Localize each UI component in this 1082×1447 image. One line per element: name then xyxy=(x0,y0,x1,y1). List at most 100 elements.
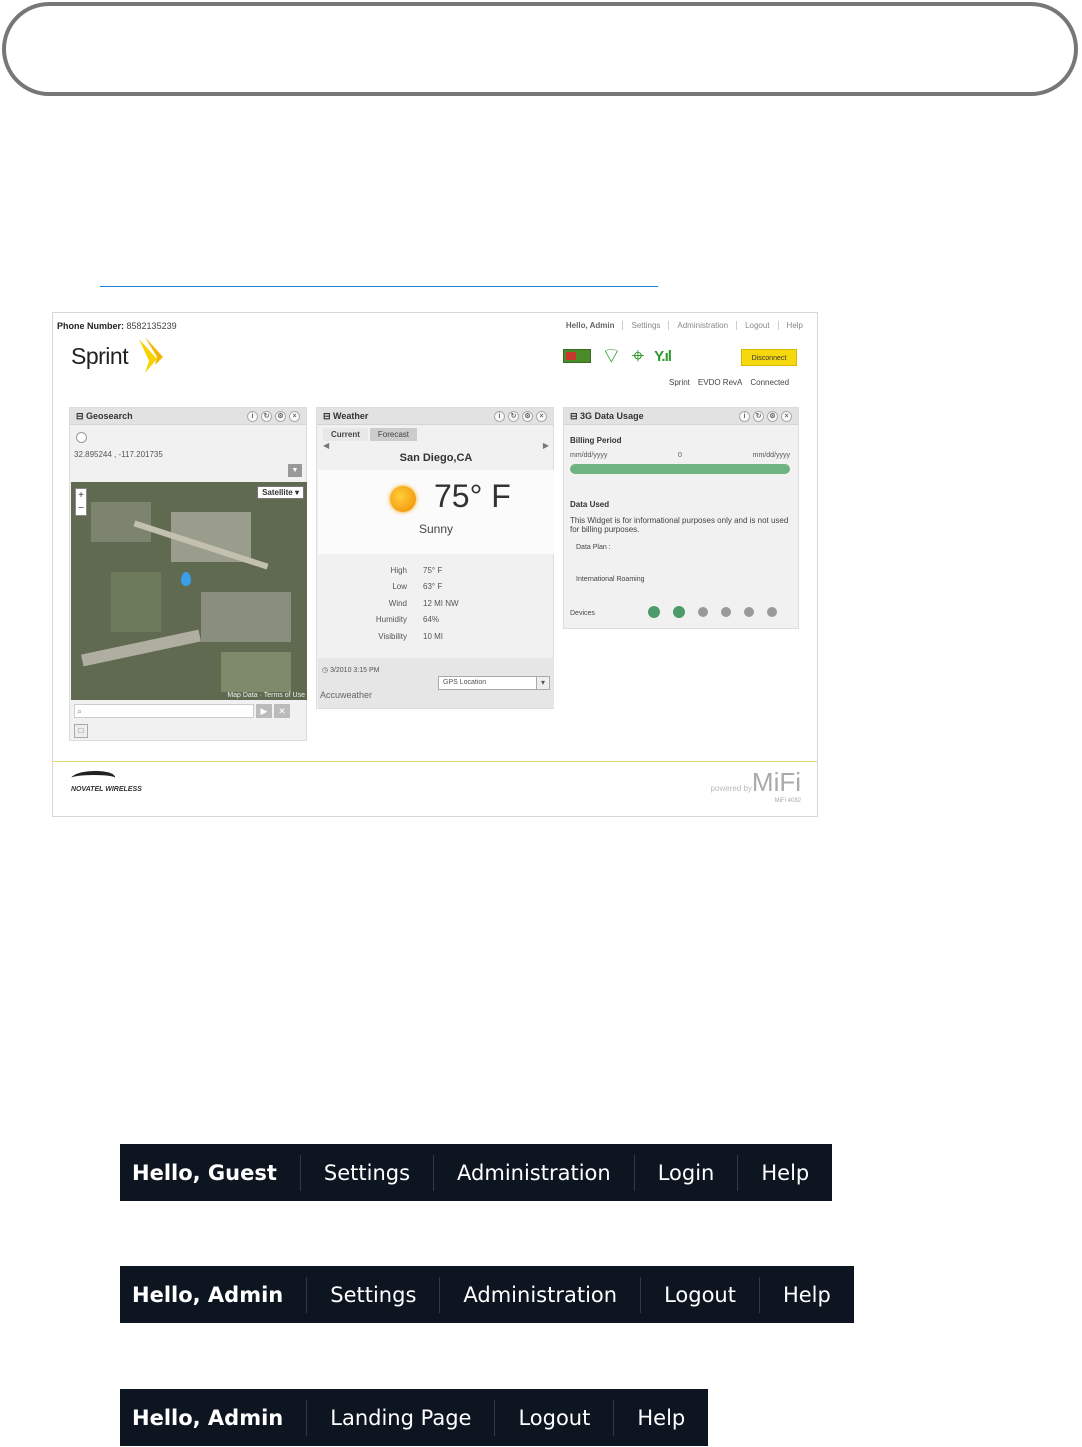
status-icons: ⌔ ⌖ Y.ıl xyxy=(563,343,672,368)
city-name: San Diego,CA xyxy=(399,452,473,464)
info-icon[interactable]: i xyxy=(247,410,258,422)
nav-logout[interactable]: Logout xyxy=(640,1276,759,1313)
nav-administration[interactable]: Administration xyxy=(439,1276,640,1313)
top-nav-settings[interactable]: Settings xyxy=(622,321,668,330)
nav-settings[interactable]: Settings xyxy=(299,1154,433,1191)
device-icon[interactable] xyxy=(648,606,660,618)
device-icon[interactable] xyxy=(721,607,731,617)
data-used-label: Data Used xyxy=(570,500,610,509)
signal-icon: Y.ıl xyxy=(654,347,672,365)
data-note: This Widget is for informational purpose… xyxy=(570,516,789,534)
nav-administration[interactable]: Administration xyxy=(433,1154,634,1191)
refresh-icon[interactable]: ↻ xyxy=(261,410,272,422)
novatel-logo: NOVATEL WIRELESS xyxy=(68,771,142,793)
weather-updated: ◷ 3/2010 3:15 PM xyxy=(322,667,380,674)
gps-icon: ⌖ xyxy=(631,343,645,368)
status-labels: Sprint EVDO RevA Connected xyxy=(669,378,790,387)
info-icon[interactable]: i xyxy=(739,410,750,422)
weather-row: Wind 12 MI NW xyxy=(388,598,459,608)
prev-arrow-icon[interactable]: ◀ xyxy=(323,441,329,450)
map-pin-icon xyxy=(181,572,191,586)
mifi-logo: powered byMiFi MiFi 4082 xyxy=(710,767,801,804)
data-plan-label: Data Plan : xyxy=(576,544,611,551)
nav-help[interactable]: Help xyxy=(613,1399,708,1436)
settings-icon[interactable]: ⚙ xyxy=(522,410,533,422)
device-list xyxy=(648,606,777,618)
settings-icon[interactable]: ⚙ xyxy=(767,410,778,422)
coordinates: 32.895244 , -117.201735 xyxy=(74,450,163,459)
device-icon[interactable] xyxy=(698,607,708,617)
device-icon[interactable] xyxy=(744,607,754,617)
next-arrow-icon[interactable]: ▶ xyxy=(543,441,549,450)
battery-icon xyxy=(563,349,591,363)
map-search-input[interactable]: ⌕ xyxy=(74,704,254,718)
wifi-icon: ⌔ xyxy=(601,343,622,368)
top-nav-help[interactable]: Help xyxy=(777,321,811,330)
top-nav-greeting: Hello, Admin xyxy=(565,321,615,330)
map-credit: Map Data · Terms of Use xyxy=(227,692,305,699)
info-icon[interactable]: i xyxy=(494,410,505,422)
geosearch-header: ⊟ Geosearch i ↻ ⚙ × xyxy=(70,408,306,425)
sprint-wing-icon xyxy=(139,337,163,373)
nav-help[interactable]: Help xyxy=(737,1154,832,1191)
roaming-label: International Roaming xyxy=(576,576,645,583)
device-icon[interactable] xyxy=(673,606,685,618)
navbar-guest: Hello, Guest Settings Administration Log… xyxy=(120,1144,833,1201)
top-nav: Hello, Admin Settings Administration Log… xyxy=(558,321,811,330)
link-underline xyxy=(100,286,658,287)
billing-progress-bar xyxy=(570,464,790,474)
weather-row: Low 63° F xyxy=(392,582,443,592)
top-nav-logout[interactable]: Logout xyxy=(736,321,777,330)
close-icon[interactable]: × xyxy=(289,410,300,422)
sprint-logo: Sprint xyxy=(71,343,129,369)
weather-row: Visibility 10 MI xyxy=(378,631,444,641)
weather-row: High 75° F xyxy=(390,565,443,575)
satellite-map[interactable]: + − Satellite ▾ Map Data · Terms of Use xyxy=(71,482,307,700)
zoom-control[interactable]: + − xyxy=(75,488,87,516)
devices-label: Devices xyxy=(570,610,595,617)
data-usage-header: ⊟ 3G Data Usage i ↻ ⚙ × xyxy=(564,408,798,425)
weather-details: High 75° F Low 63° F Wind 12 MI NW Humidity… xyxy=(317,562,555,645)
clear-icon[interactable]: ✕ xyxy=(274,704,290,718)
accuweather-label: Accuweather xyxy=(320,690,373,700)
tab-forecast[interactable]: Forecast xyxy=(369,428,418,441)
data-usage-widget: ⊟ 3G Data Usage i ↻ ⚙ × Billing Period mm/d… xyxy=(563,407,799,629)
tab-current[interactable]: Current xyxy=(323,428,368,441)
nav-greeting: Hello, Admin xyxy=(132,1282,284,1307)
billing-dates: mm/dd/yyyy 0 mm/dd/yyyy xyxy=(570,452,790,459)
gps-location-select[interactable]: GPS Location xyxy=(438,676,550,690)
nav-help[interactable]: Help xyxy=(758,1276,854,1313)
navbar-landing: Hello, Admin Landing Page Logout Help xyxy=(120,1389,709,1446)
weather-header: ⊟ Weather i ↻ ⚙ × xyxy=(317,408,553,425)
geo-radio[interactable] xyxy=(76,432,87,443)
chevron-down-icon[interactable]: ▼ xyxy=(288,464,302,477)
temperature: 75° F xyxy=(434,478,511,514)
refresh-icon[interactable]: ↻ xyxy=(508,410,519,422)
nav-settings[interactable]: Settings xyxy=(306,1276,439,1313)
nav-logout[interactable]: Logout xyxy=(494,1399,613,1436)
geosearch-widget: ⊟ Geosearch i ↻ ⚙ × 32.895244 , -117.201735… xyxy=(69,407,307,741)
play-icon[interactable]: ▶ xyxy=(256,704,272,718)
close-icon[interactable]: × xyxy=(536,410,547,422)
sun-icon xyxy=(390,486,416,512)
weather-widget: ⊟ Weather i ↻ ⚙ × Current Forecast ◀ ▶ San D… xyxy=(316,407,554,709)
device-icon[interactable] xyxy=(767,607,777,617)
map-type-select[interactable]: Satellite ▾ xyxy=(257,486,304,499)
footer-divider xyxy=(53,761,817,762)
refresh-icon[interactable]: ↻ xyxy=(753,410,764,422)
disconnect-button[interactable]: Disconnect xyxy=(741,349,797,366)
nav-landing-page[interactable]: Landing Page xyxy=(306,1399,494,1436)
nav-greeting: Hello, Admin xyxy=(132,1405,284,1430)
expand-icon[interactable]: □ xyxy=(74,724,88,738)
mifi-screenshot: Phone Number: 8582135239 Hello, Admin Se… xyxy=(52,312,818,817)
nav-login[interactable]: Login xyxy=(633,1154,738,1191)
condition: Sunny xyxy=(418,522,454,536)
weather-row: Humidity 64% xyxy=(375,615,440,625)
phone-number: Phone Number: 8582135239 xyxy=(57,321,177,331)
top-nav-administration[interactable]: Administration xyxy=(668,321,736,330)
settings-icon[interactable]: ⚙ xyxy=(275,410,286,422)
navbar-admin: Hello, Admin Settings Administration Log… xyxy=(120,1266,854,1323)
nav-greeting: Hello, Guest xyxy=(132,1160,277,1185)
billing-period-label: Billing Period xyxy=(570,436,622,445)
close-icon[interactable]: × xyxy=(781,410,792,422)
